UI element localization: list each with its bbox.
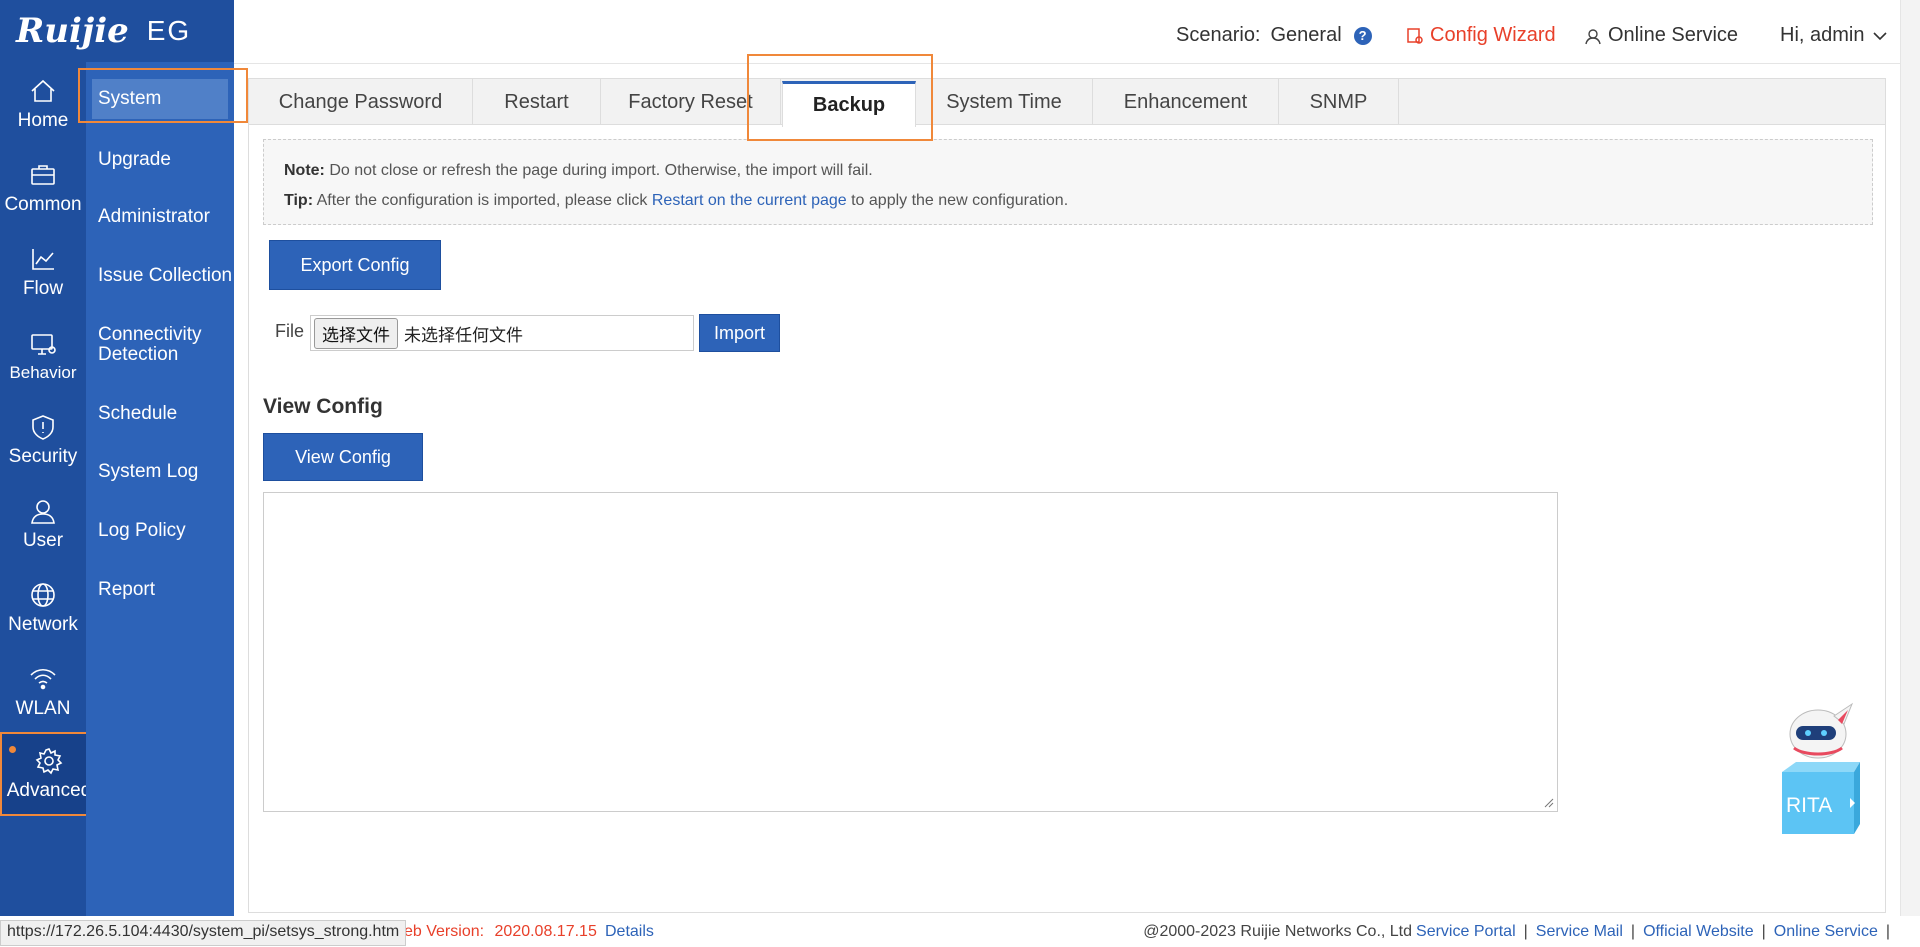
monitor-icon — [31, 334, 56, 355]
nav-advanced[interactable]: Advanced — [0, 732, 98, 816]
file-input[interactable]: 选择文件 未选择任何文件 — [310, 315, 694, 351]
tip-label: Tip: — [284, 192, 314, 209]
config-wizard-label: Config Wizard — [1430, 24, 1556, 46]
nav-network[interactable]: Network — [0, 566, 86, 650]
rita-label: RITA — [1786, 794, 1833, 817]
subnav-schedule[interactable]: Schedule — [86, 404, 234, 424]
user-icon — [31, 500, 55, 524]
footer-link-service-portal[interactable]: Service Portal — [1416, 923, 1516, 941]
subnav-log-policy[interactable]: Log Policy — [86, 521, 234, 541]
export-config-button[interactable]: Export Config — [269, 240, 441, 290]
nav-home[interactable]: Home — [0, 62, 86, 146]
tip-line: Tip: After the configuration is imported… — [284, 186, 1852, 216]
nav-common[interactable]: Common — [0, 146, 86, 230]
backup-highlight-frame — [747, 54, 933, 141]
nav-home-label: Home — [17, 110, 69, 131]
wizard-icon — [1407, 27, 1423, 44]
tab-change-password[interactable]: Change Password — [249, 79, 473, 125]
wifi-icon — [30, 668, 56, 690]
support-agent-icon — [1585, 28, 1601, 44]
subnav-system-log[interactable]: System Log — [86, 462, 234, 482]
nav-network-label: Network — [8, 614, 78, 635]
nav-user[interactable]: User — [0, 482, 86, 566]
choose-file-button[interactable]: 选择文件 — [314, 317, 398, 349]
tab-bar: Change Password Restart Factory Reset Ba… — [249, 79, 1885, 127]
nav-behavior-label: Behavior — [9, 363, 77, 382]
scenario-selector[interactable]: Scenario: General ? — [1176, 24, 1372, 47]
file-label: File — [275, 321, 305, 341]
subnav-administrator[interactable]: Administrator — [86, 207, 234, 227]
nav-common-label: Common — [4, 194, 82, 215]
footer-link-service-mail[interactable]: Service Mail — [1536, 923, 1623, 941]
briefcase-icon — [31, 165, 55, 185]
home-icon — [31, 79, 55, 102]
ruijie-logo-text: Ruijie — [16, 11, 129, 51]
product-name: EG — [146, 15, 192, 46]
view-config-button[interactable]: View Config — [263, 433, 423, 481]
nav-flow-label: Flow — [22, 278, 64, 299]
shield-icon — [32, 415, 54, 440]
tip-text-after: to apply the new configuration. — [846, 192, 1069, 209]
sub-nav — [86, 62, 234, 947]
nav-advanced-label: Advanced — [6, 780, 92, 801]
system-highlight-frame — [78, 68, 248, 123]
nav-behavior[interactable]: Behavior — [0, 314, 86, 398]
file-status-text: 未选择任何文件 — [404, 325, 523, 345]
note-box: Note: Do not close or refresh the page d… — [263, 139, 1873, 225]
brand-logo[interactable]: Ruijie EG — [0, 0, 234, 62]
tab-restart[interactable]: Restart — [473, 79, 601, 125]
nav-security[interactable]: Security — [0, 398, 86, 482]
config-textarea[interactable] — [263, 492, 1558, 812]
scenario-label: Scenario: — [1176, 24, 1261, 46]
note-label: Note: — [284, 162, 325, 179]
online-service-label: Online Service — [1608, 24, 1739, 46]
page-scrollbar[interactable] — [1900, 0, 1920, 947]
subnav-report[interactable]: Report — [86, 580, 234, 600]
note-text: Do not close or refresh the page during … — [324, 162, 873, 179]
content-panel: Change Password Restart Factory Reset Ba… — [248, 78, 1886, 913]
nav-security-label: Security — [8, 446, 78, 467]
note-line: Note: Do not close or refresh the page d… — [284, 156, 1852, 186]
help-icon[interactable]: ? — [1353, 26, 1372, 45]
active-dot — [9, 746, 16, 753]
view-config-heading: View Config — [263, 395, 383, 418]
scenario-value: General — [1270, 24, 1342, 46]
gear-icon — [35, 748, 63, 775]
details-link[interactable]: Details — [605, 923, 654, 941]
web-version: eb Version: 2020.08.17.15 — [404, 923, 597, 941]
rita-assistant[interactable]: RITA — [1776, 702, 1860, 838]
copyright-bar: @2000-2023 Ruijie Networks Co., Ltd Serv… — [1143, 923, 1890, 941]
subnav-issue-collection[interactable]: Issue Collection — [86, 266, 234, 286]
web-version-value: 2020.08.17.15 — [494, 923, 597, 940]
footer-link-online-service[interactable]: Online Service — [1774, 923, 1878, 941]
restart-link[interactable]: Restart on the current page — [652, 192, 847, 209]
config-wizard-link[interactable]: Config Wizard — [1406, 24, 1556, 47]
resize-grip-icon[interactable] — [1544, 798, 1554, 808]
subnav-upgrade[interactable]: Upgrade — [86, 150, 234, 170]
tab-enhancement[interactable]: Enhancement — [1093, 79, 1279, 125]
online-service-link[interactable]: Online Service — [1584, 24, 1738, 47]
status-url-tooltip: https://172.26.5.104:4430/system_pi/sets… — [0, 920, 407, 946]
chevron-down-icon — [1873, 31, 1888, 40]
nav-wlan[interactable]: WLAN — [0, 650, 86, 734]
globe-icon — [31, 583, 55, 607]
import-button[interactable]: Import — [699, 314, 780, 352]
tip-text-before: After the configuration is imported, ple… — [313, 192, 652, 209]
line-chart-icon — [32, 249, 54, 270]
nav-wlan-label: WLAN — [15, 698, 71, 719]
tab-system-time[interactable]: System Time — [916, 79, 1093, 125]
nav-user-label: User — [22, 530, 64, 551]
subnav-connectivity-detection[interactable]: Connectivity Detection — [86, 325, 226, 365]
footer-link-official-website[interactable]: Official Website — [1643, 923, 1754, 941]
footer: eb Version: 2020.08.17.15 Details @2000-… — [0, 916, 1920, 947]
web-version-label: eb Version: — [404, 923, 485, 940]
user-greeting: Hi, admin — [1780, 24, 1865, 46]
copyright-text: @2000-2023 Ruijie Networks Co., Ltd — [1143, 923, 1413, 940]
user-menu[interactable]: Hi, admin — [1780, 24, 1888, 47]
nav-flow[interactable]: Flow — [0, 230, 86, 314]
tab-snmp[interactable]: SNMP — [1279, 79, 1399, 125]
